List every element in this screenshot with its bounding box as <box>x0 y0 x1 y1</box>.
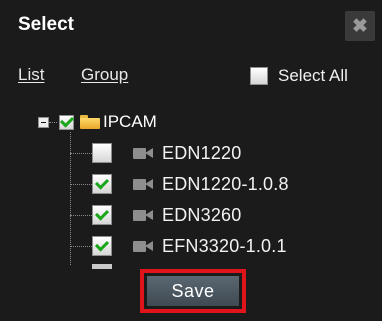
tree-connector <box>70 246 92 247</box>
tree-item-partial <box>92 264 112 269</box>
tab-list[interactable]: List <box>18 65 44 85</box>
tree-item[interactable]: EDN3260 <box>92 205 241 225</box>
tree-connector <box>49 121 57 123</box>
camera-icon <box>133 178 153 190</box>
dialog-title: Select <box>18 14 74 35</box>
item-checkbox[interactable] <box>92 205 112 225</box>
select-all-label: Select All <box>278 66 348 85</box>
tree-item[interactable]: EFN3320-1.0.1 <box>92 236 287 256</box>
root-checkbox[interactable] <box>59 114 74 130</box>
tree-root-ipcam[interactable]: IPCAM <box>38 112 157 131</box>
tree-connector <box>70 153 92 154</box>
root-label: IPCAM <box>103 112 157 131</box>
tree-connector <box>70 184 92 185</box>
item-checkbox[interactable] <box>92 174 112 194</box>
item-checkbox[interactable] <box>92 236 112 256</box>
item-label: EFN3320-1.0.1 <box>162 235 287 256</box>
tab-group[interactable]: Group <box>81 65 128 85</box>
item-label: EDN3260 <box>162 204 242 225</box>
item-label: EDN1220 <box>162 142 242 163</box>
select-dialog: Select ✖ List Group Select All IPCAM EDN… <box>0 0 382 321</box>
camera-icon <box>133 240 153 252</box>
camera-icon <box>133 147 153 159</box>
tree-item[interactable]: EDN1220-1.0.8 <box>92 174 289 194</box>
item-checkbox[interactable] <box>92 143 112 163</box>
save-button[interactable]: Save <box>147 276 239 306</box>
tree-item[interactable]: EDN1220 <box>92 143 241 163</box>
tree-connector <box>70 215 92 216</box>
item-label: EDN1220-1.0.8 <box>162 173 289 194</box>
select-all-checkbox[interactable] <box>250 67 268 85</box>
collapse-icon[interactable] <box>38 116 49 128</box>
select-all-option[interactable]: Select All <box>250 66 348 86</box>
folder-icon <box>80 115 100 129</box>
close-icon[interactable]: ✖ <box>345 11 375 41</box>
camera-icon <box>133 209 153 221</box>
